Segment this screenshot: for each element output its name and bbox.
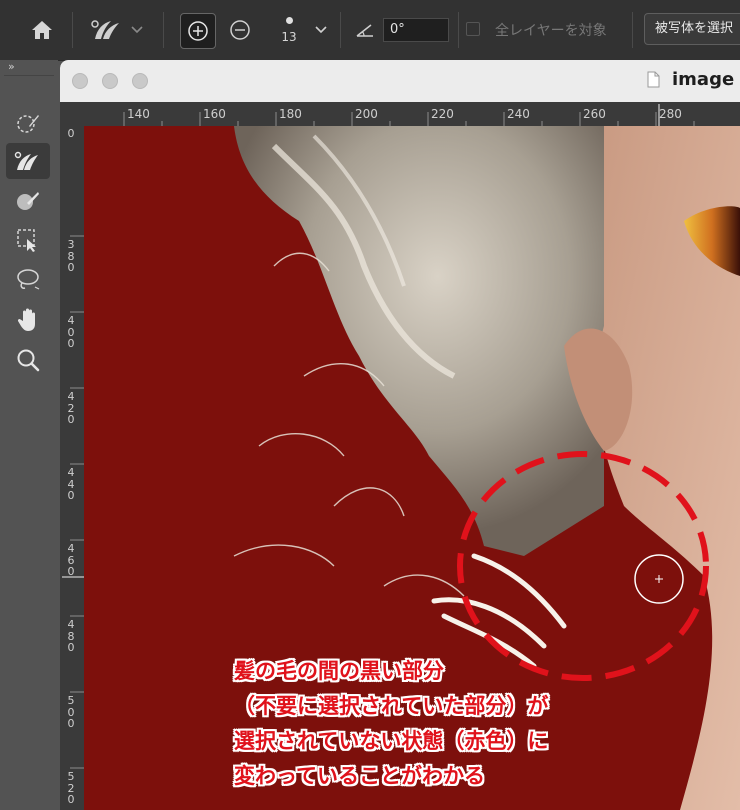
horizontal-ruler[interactable]: 140 160 180 200 220 240 260 280	[60, 102, 740, 126]
close-window-button[interactable]	[72, 73, 88, 89]
select-subject-button[interactable]: 被写体を選択	[644, 13, 740, 45]
ruler-h-label: 260	[583, 107, 606, 121]
subtract-from-selection-icon	[230, 20, 250, 40]
zoom-tool-icon[interactable]	[6, 342, 50, 378]
brush-tip-icon	[285, 17, 293, 24]
zoom-window-button[interactable]	[132, 73, 148, 89]
sample-all-layers-label: 全レイヤーを対象	[495, 23, 607, 39]
ruler-v-label: 440	[67, 466, 75, 502]
ruler-v-label: 400	[67, 314, 75, 350]
add-to-selection-icon	[188, 21, 208, 41]
brush-selection-icon[interactable]	[6, 222, 50, 258]
ruler-v-label: 0	[67, 127, 75, 140]
brush-size-value: 13	[281, 30, 297, 44]
tool-preset-chevron-icon[interactable]	[128, 0, 146, 60]
options-bar: 13 0° 全レイヤーを対象 被写体を選択	[0, 0, 740, 61]
annotation-text: 髪の毛の間の黒い部分 （不要に選択されていた部分）が 選択されていない状態（赤色…	[234, 654, 548, 794]
ruler-v-label: 380	[67, 238, 75, 274]
hand-tool-icon[interactable]	[6, 302, 50, 338]
add-to-selection-button[interactable]	[180, 13, 216, 49]
ruler-h-label: 160	[203, 107, 226, 121]
document-title: image (	[672, 69, 740, 90]
ruler-h-label: 240	[507, 107, 530, 121]
angle-icon	[352, 0, 378, 60]
ruler-v-label: 520	[67, 770, 75, 806]
vertical-ruler[interactable]: 0 380 400 420 440 460 480 500 520	[60, 126, 84, 810]
home-icon[interactable]	[20, 0, 64, 60]
ruler-h-label: 280	[659, 107, 682, 121]
lasso-tool-icon[interactable]	[6, 262, 50, 298]
annotation-line: 選択されていない状態（赤色）に	[234, 729, 549, 753]
annotation-line: 髪の毛の間の黒い部分	[234, 659, 444, 683]
ruler-v-label: 460	[67, 542, 75, 578]
angle-input[interactable]: 0°	[383, 18, 449, 42]
sample-all-layers-checkbox[interactable]	[466, 22, 480, 36]
tools-panel: »	[0, 60, 58, 810]
refine-edge-brush-icon[interactable]	[6, 183, 50, 219]
quick-selection-brush-icon[interactable]	[84, 0, 128, 60]
file-icon	[647, 71, 660, 88]
annotation-line: 変わっていることがわかる	[234, 764, 485, 788]
ruler-v-label: 420	[67, 390, 75, 426]
ruler-h-label: 180	[279, 107, 302, 121]
document-title-bar[interactable]: image (	[60, 60, 740, 102]
brush-size-picker[interactable]: 13	[270, 12, 308, 52]
collapse-panel-button[interactable]: »	[4, 60, 54, 76]
subtract-from-selection-button[interactable]	[222, 0, 258, 60]
quick-selection-tool-icon[interactable]	[6, 143, 50, 179]
ruler-h-label: 220	[431, 107, 454, 121]
ruler-h-label: 200	[355, 107, 378, 121]
ruler-h-label: 140	[127, 107, 150, 121]
ruler-v-label: 480	[67, 618, 75, 654]
object-selection-tool-icon[interactable]	[6, 105, 50, 141]
annotation-line: （不要に選択されていた部分）が	[234, 694, 549, 718]
minimize-window-button[interactable]	[102, 73, 118, 89]
ruler-v-label: 500	[67, 694, 75, 730]
brush-size-chevron-icon[interactable]	[312, 0, 330, 60]
